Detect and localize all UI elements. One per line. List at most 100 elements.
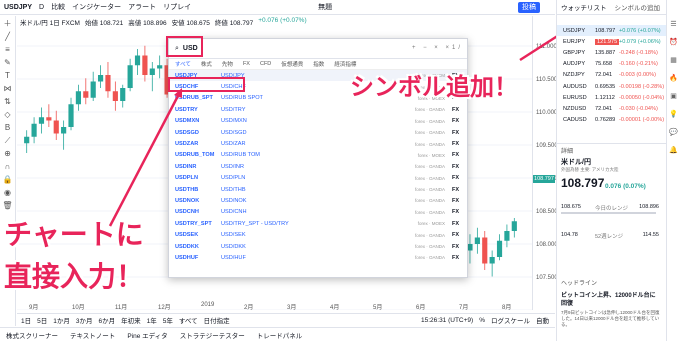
magnet-icon[interactable]: ∩ [5, 162, 11, 171]
result-symbol: USDMXN [175, 118, 200, 125]
panel-tab[interactable]: テキストノート [70, 330, 115, 340]
search-result-row[interactable]: USDTRY_SPT USD/TRY_SPT - USD/TRY forex · M… [169, 218, 467, 229]
shapes-icon[interactable]: ◇ [4, 110, 10, 119]
panel-tab[interactable]: Pine エディタ [127, 330, 167, 340]
watchlist-row[interactable]: EURUSD 1.12112 -0.00050 (-0.04%) [557, 92, 666, 103]
search-result-row[interactable]: USDMXN USD/MXN forex · OANDA FX [169, 116, 467, 127]
candle-body [105, 75, 111, 92]
watchlist-title[interactable]: ウォッチリスト [561, 2, 607, 12]
bitcoin-icon[interactable]: B [5, 123, 10, 132]
pitchfork-icon[interactable]: ≡ [5, 45, 10, 54]
watchlist-row[interactable]: NZDUSD 72.041 -0.030 (-0.04%) [557, 103, 666, 114]
search-result-row[interactable]: USDSEK USD/SEK forex · OANDA FX [169, 229, 467, 240]
range-button[interactable]: すべて [179, 315, 198, 325]
watchlist-row[interactable]: GBPJPY 135.887 -0.248 (-0.18%) [557, 47, 666, 58]
clock: 15:26:31 (UTC+9) [421, 316, 474, 324]
search-category-tab[interactable]: 仮想通貨 [281, 60, 303, 68]
panel-tab[interactable]: 株式スクリーナー [6, 330, 58, 340]
search-result-row[interactable]: USDTHB USD/THB forex · OANDA FX [169, 184, 467, 195]
measure-icon[interactable]: ⟋ [5, 136, 11, 145]
percent-toggle[interactable]: % [479, 317, 485, 324]
watchlist-price: 72.041 [595, 72, 613, 79]
add-symbol-button[interactable]: シンボルの追加 [615, 2, 661, 12]
indicators-button[interactable]: インジケーター [72, 2, 121, 12]
notifications-icon[interactable]: 🔔 [669, 146, 678, 154]
search-category-tab[interactable]: CFD [260, 61, 271, 67]
watchlist-row[interactable]: CADUSD 0.76289 -0.00001 (-0.00%) [557, 115, 666, 126]
news-title[interactable]: ビットコイン上昇、12000ドル台に回復 [561, 292, 661, 308]
log-toggle[interactable]: ログスケール [491, 315, 530, 325]
auto-toggle[interactable]: 自動 [536, 315, 549, 325]
publish-button[interactable]: 投稿 [518, 2, 540, 13]
search-category-tab[interactable]: 指数 [313, 60, 324, 68]
result-type: FX [451, 220, 459, 227]
pattern-icon[interactable]: ⋈ [4, 84, 12, 93]
range-button[interactable]: 1年 [147, 315, 157, 325]
range-button[interactable]: 日付指定 [204, 315, 230, 325]
hotlist-icon[interactable]: 🔥 [669, 74, 678, 82]
search-result-row[interactable]: USDZAR USD/ZAR forex · OANDA FX [169, 138, 467, 149]
legend-low: 安値 108.675 [171, 20, 210, 27]
watchlist-row[interactable]: AUDJPY 75.658 -0.160 (-0.21%) [557, 59, 666, 70]
watchlist-icon[interactable]: ☰ [670, 20, 676, 28]
result-type: FX [451, 254, 459, 261]
zoom-icon[interactable]: ⊕ [4, 149, 11, 158]
panel-tab[interactable]: トレードパネル [257, 330, 303, 340]
price-axis[interactable]: 111.000110.500110.000109.500109.000108.5… [532, 16, 558, 310]
search-category-tab[interactable]: すべて [175, 60, 191, 68]
range-button[interactable]: 3か月 [76, 315, 93, 325]
range-button[interactable]: 5日 [37, 315, 47, 325]
layout-name[interactable]: 無題 [318, 2, 332, 12]
symbol-button[interactable]: USDJPY [4, 4, 32, 11]
watchlist-price: 1.12112 [595, 94, 615, 101]
search-result-row[interactable]: USDNOK USD/NOK forex · OANDA FX [169, 195, 467, 206]
watchlist-row[interactable]: AUDUSD 0.69535 -0.00198 (-0.28%) [557, 81, 666, 92]
calendar-icon[interactable]: ▣ [670, 92, 677, 100]
search-category-tab[interactable]: FX [243, 61, 250, 67]
search-result-row[interactable]: USDPLN USD/PLN forex · OANDA FX [169, 173, 467, 184]
watchlist-row[interactable]: EURJPY 121.975 +0.079 (+0.06%) [557, 36, 666, 47]
search-result-row[interactable]: USDTRY USD/TRY forex · OANDA FX [169, 104, 467, 115]
search-result-row[interactable]: USDSGD USD/SGD forex · OANDA FX [169, 127, 467, 138]
price-axis-label: 108.500 [536, 209, 558, 215]
watchlist-row[interactable]: USDJPY 108.797 +0.076 (+0.07%) [557, 25, 666, 37]
interval-button[interactable]: D [39, 4, 44, 11]
eye-icon[interactable]: ◉ [4, 188, 11, 197]
time-axis[interactable]: 9月 10月 11月 12月 2019 2月 3月 4月 5月 6月 7月 8月 [17, 302, 532, 312]
search-result-row[interactable]: USDCNH USD/CNH forex · OANDA FX [169, 207, 467, 218]
highlight-search-input [166, 36, 203, 57]
trendline-icon[interactable]: ╱ [5, 32, 10, 41]
search-result-row[interactable]: USDHUF USD/HUF forex · OANDA FX [169, 252, 467, 263]
alerts-icon[interactable]: ⏰ [669, 38, 678, 46]
search-category-tab[interactable]: 株式 [201, 60, 212, 68]
alert-button[interactable]: アラート [128, 2, 156, 12]
trash-icon[interactable]: 🗑 [2, 201, 12, 210]
range-button[interactable]: 1日 [21, 315, 31, 325]
range-button[interactable]: 年初来 [121, 315, 141, 325]
result-type: FX [451, 175, 459, 182]
result-symbol: USDTRY [175, 106, 198, 113]
search-result-row[interactable]: USDINR USD/INR forex · OANDA FX [169, 161, 467, 172]
prediction-icon[interactable]: ⇅ [4, 97, 11, 106]
search-category-tab[interactable]: 先物 [222, 60, 233, 68]
ideas-icon[interactable]: 💡 [669, 110, 678, 118]
search-result-row[interactable]: USDRUB_TOM USD/RUB TOM forex · MOEX FX [169, 150, 467, 161]
range-button[interactable]: 6か月 [99, 315, 116, 325]
chat-icon[interactable]: 💬 [669, 128, 678, 136]
replay-button[interactable]: リプレイ [163, 2, 191, 12]
compare-button[interactable]: 比較 [51, 2, 65, 12]
candle-body [496, 240, 503, 257]
panel-tab[interactable]: ストラテジーテスター [180, 330, 245, 340]
dialog-controls[interactable]: + − × ×1/ [412, 45, 463, 51]
crosshair-icon[interactable]: ＋ [4, 19, 12, 28]
search-result-row[interactable]: USDDKK USD/DKK forex · OANDA FX [169, 241, 467, 252]
brush-icon[interactable]: ✎ [4, 58, 11, 67]
lock-icon[interactable]: 🔒 [3, 175, 13, 184]
range-button[interactable]: 1か月 [53, 315, 70, 325]
text-icon[interactable]: T [5, 71, 10, 80]
result-description: USD/NOK [221, 197, 247, 204]
data-window-icon[interactable]: ▦ [670, 56, 677, 64]
watchlist-row[interactable]: NZDJPY 72.041 -0.003 (0.00%) [557, 70, 666, 81]
candle-body [38, 117, 45, 124]
range-button[interactable]: 5年 [163, 315, 173, 325]
